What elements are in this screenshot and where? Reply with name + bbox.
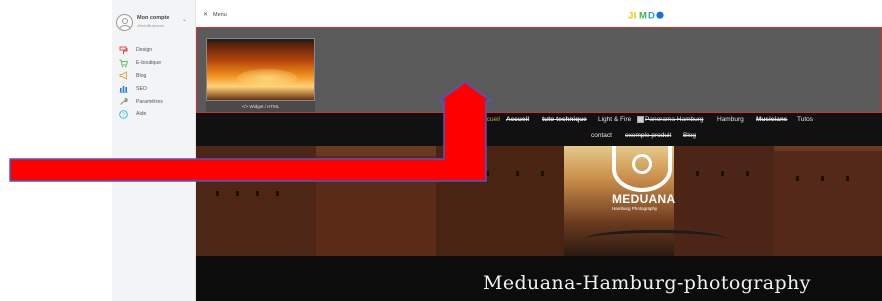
widget-panel: </> Widget / HTML: [196, 27, 882, 113]
close-icon[interactable]: ✕: [203, 11, 208, 18]
nav-link-tutos[interactable]: Tutos: [797, 116, 813, 123]
site-title-band: Meduana-Hamburg-photography: [196, 256, 882, 301]
menu-label[interactable]: Menu: [213, 12, 227, 18]
nav-link-contact[interactable]: contact: [591, 132, 612, 139]
widget-thumbnail[interactable]: [206, 38, 315, 101]
svg-text:D: D: [648, 11, 655, 21]
sidebar-item-label: Blog: [136, 72, 147, 79]
logo-title: MEDUANA: [612, 192, 676, 206]
sidebar-item-label: Paramètres: [136, 98, 163, 105]
cursor-icon: [637, 116, 644, 123]
hero-image: MEDUANA Hamburg Photography: [196, 146, 882, 256]
nav-link-exemple-produit[interactable]: exemple produit: [625, 132, 671, 139]
sidebar-item-label: SEO: [136, 85, 147, 92]
sidebar-item-eboutique[interactable]: E-boutique: [119, 57, 195, 70]
nav-link-light-fire[interactable]: Light & Fire: [598, 116, 631, 123]
jimdo-logo: JI M D: [628, 10, 680, 22]
svg-text:M: M: [639, 11, 647, 21]
wrench-icon: [119, 97, 128, 106]
site-nav-row-2: contact exemple produit Blog: [196, 132, 882, 144]
nav-link-panorama-hamburg[interactable]: Panorama Hamburg: [645, 116, 704, 123]
nav-link-blog[interactable]: Blog: [683, 132, 696, 139]
sidebar-item-aide[interactable]: ? Aide: [119, 108, 195, 121]
account-switcher[interactable]: Mon compte JimdoBusiness ⌄: [116, 12, 194, 38]
sidebar-item-design[interactable]: Design: [119, 44, 195, 57]
avatar-icon: [116, 14, 133, 31]
editor-topbar: ✕ Menu JI M D: [196, 0, 882, 27]
nav-link-accueil-2[interactable]: Accueil: [506, 116, 529, 123]
logo-subtitle: Hamburg Photography: [612, 206, 658, 211]
outer-margin: [0, 0, 112, 301]
account-name: Mon compte: [137, 15, 170, 21]
svg-text:JI: JI: [628, 11, 637, 21]
aperture-icon: [612, 146, 672, 192]
sidebar-item-label: Aide: [136, 111, 147, 118]
site-title: Meduana-Hamburg-photography: [483, 272, 811, 294]
megaphone-icon: [119, 71, 128, 81]
nav-link-musicians[interactable]: Musicians: [756, 116, 787, 123]
meduana-logo: MEDUANA Hamburg Photography: [609, 146, 679, 221]
sidebar-nav: Design E-boutique Blog SEO Paramètres ? …: [119, 44, 195, 121]
sidebar-item-parametres[interactable]: Paramètres: [119, 95, 195, 108]
sidebar-item-label: E-boutique: [136, 60, 162, 67]
bridge: [586, 230, 726, 248]
nav-link-tuto-technique[interactable]: tuto technique: [542, 116, 587, 123]
nav-link-hamburg[interactable]: Hamburg: [717, 116, 744, 123]
nav-link-accueil[interactable]: Accueil: [479, 116, 500, 123]
screenshot-root: Mon compte JimdoBusiness ⌄ Design E-bout…: [0, 0, 882, 301]
svg-text:?: ?: [122, 112, 125, 118]
site-nav-row-1: Accueil Accueil tuto technique Light & F…: [196, 116, 882, 128]
account-plan: JimdoBusiness: [137, 23, 164, 28]
cart-icon: [119, 59, 128, 68]
sidebar-item-label: Design: [136, 47, 153, 54]
help-icon: ?: [119, 110, 128, 119]
sidebar-item-blog[interactable]: Blog: [119, 70, 195, 83]
chevron-down-icon: ⌄: [182, 17, 188, 23]
widget-caption[interactable]: </> Widget / HTML: [206, 101, 315, 112]
sidebar-item-seo[interactable]: SEO: [119, 82, 195, 95]
jimdo-sidebar: Mon compte JimdoBusiness ⌄ Design E-bout…: [112, 0, 196, 301]
paint-roller-icon: [119, 46, 128, 55]
site-navigation: Accueil Accueil tuto technique Light & F…: [196, 113, 882, 146]
bar-chart-icon: [119, 84, 128, 94]
